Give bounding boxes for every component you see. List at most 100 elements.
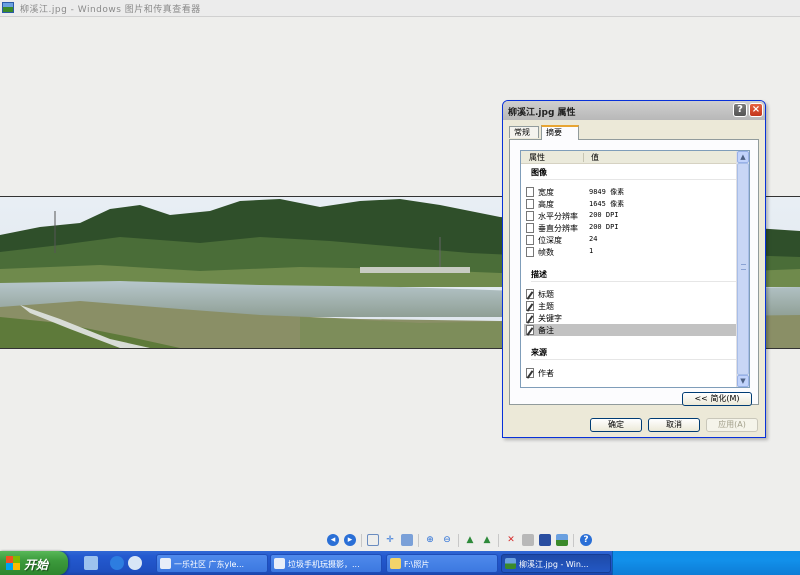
dialog-title-bar[interactable]: 柳溪江.jpg 属性 ? × [503,101,765,120]
previous-icon[interactable]: ◂ [327,534,339,546]
section-divider [531,359,736,360]
property-value: 9849 像素 [589,188,625,196]
start-button[interactable]: 开始 [0,551,68,575]
property-value: 1 [589,247,594,255]
list-header: 属性 值 [521,151,738,164]
picture-viewer-icon [2,2,14,13]
edit-document-icon [526,289,534,299]
viewer-title-bar[interactable]: 柳溪江.jpg - Windows 图片和传真查看器 [0,0,800,17]
property-row-author[interactable]: 作者 [524,367,738,379]
property-row-comments[interactable]: 备注 [524,324,738,336]
simple-button[interactable]: << 简化(M) [682,392,752,406]
column-value[interactable]: 值 [591,152,599,163]
close-button[interactable]: × [749,103,763,117]
cancel-button[interactable]: 取消 [648,418,700,432]
property-name: 垂直分辨率 [538,224,578,233]
property-name: 高度 [538,200,554,209]
property-row-title[interactable]: 标题 [524,288,738,300]
task-button[interactable]: F:\照片 [386,554,498,573]
save-icon[interactable] [539,534,551,546]
property-row-subject[interactable]: 主题 [524,300,738,312]
task-label: 一乐社区 广东yle... [174,560,245,569]
property-row-keywords[interactable]: 关键字 [524,312,738,324]
viewer-title: 柳溪江.jpg - Windows 图片和传真查看器 [20,5,201,15]
help-button[interactable]: ? [733,103,747,117]
rotate-ccw-icon[interactable]: ▲ [481,534,493,546]
toolbar-separator [458,534,459,547]
property-name: 标题 [538,290,554,299]
show-desktop-icon[interactable] [84,556,98,570]
property-row-horizontal-resolution[interactable]: 水平分辨率 200 DPI [524,210,738,222]
ok-button[interactable]: 确定 [590,418,642,432]
toolbar-separator [573,534,574,547]
property-value: 200 DPI [589,211,619,219]
task-label: 柳溪江.jpg - Win... [519,560,589,569]
summary-panel: 属性 值 图像 宽度 9849 像素 高度 1645 像素 水平分辨率 200 … [509,139,759,406]
help-icon[interactable]: ? [580,534,592,546]
document-icon [526,187,534,197]
task-button[interactable]: 一乐社区 广东yle... [156,554,268,573]
property-row-frames[interactable]: 帧数 1 [524,246,738,258]
section-image: 图像 [531,168,547,177]
property-row-vertical-resolution[interactable]: 垂直分辨率 200 DPI [524,222,738,234]
delete-icon[interactable]: ✕ [505,534,517,546]
edit-document-icon [526,325,534,335]
document-icon [526,223,534,233]
folder-icon [390,558,401,569]
tab-summary[interactable]: 摘要 [541,125,579,140]
column-property[interactable]: 属性 [529,152,545,163]
document-icon [526,247,534,257]
actual-size-icon[interactable]: ✛ [384,534,396,546]
slideshow-icon[interactable] [401,534,413,546]
scroll-up-icon[interactable]: ▲ [737,151,749,163]
property-row-bit-depth[interactable]: 位深度 24 [524,234,738,246]
apply-button[interactable]: 应用(A) [706,418,758,432]
column-divider[interactable] [583,153,584,162]
zoom-in-icon[interactable]: ⊕ [424,534,436,546]
edit-icon[interactable] [556,534,568,546]
zoom-out-icon[interactable]: ⊖ [441,534,453,546]
task-label: 垃圾手机玩摄影，... [288,560,360,569]
property-value: 200 DPI [589,223,619,231]
property-name: 备注 [538,326,554,335]
property-name: 关键字 [538,314,562,323]
system-tray[interactable] [612,551,800,575]
task-button[interactable]: 垃圾手机玩摄影，... [270,554,382,573]
property-name: 水平分辨率 [538,212,578,221]
best-fit-icon[interactable] [367,534,379,546]
section-divider [531,281,736,282]
section-origin: 来源 [531,348,547,357]
property-name: 宽度 [538,188,554,197]
internet-explorer-icon[interactable] [110,556,124,570]
grip-icon [741,264,746,270]
dialog-title: 柳溪江.jpg 属性 [508,108,576,118]
property-name: 位深度 [538,236,562,245]
browser-icon [160,558,171,569]
property-value: 24 [589,235,598,243]
section-divider [531,179,736,180]
task-label: F:\照片 [404,560,430,569]
print-icon[interactable] [522,534,534,546]
property-name: 帧数 [538,248,554,257]
task-button-active[interactable]: 柳溪江.jpg - Win... [501,554,611,573]
next-icon[interactable]: ▸ [344,534,356,546]
windows-logo-icon [6,556,20,570]
document-icon [526,199,534,209]
property-row-height[interactable]: 高度 1645 像素 [524,198,738,210]
picture-viewer-icon [505,558,516,569]
list-scrollbar[interactable]: ▲ ▼ [736,151,749,387]
scrollbar-thumb[interactable] [737,163,749,375]
edit-document-icon [526,313,534,323]
rotate-cw-icon[interactable]: ▲ [464,534,476,546]
viewer-toolbar: ◂ ▸ ✛ ⊕ ⊖ ▲ ▲ ✕ ? [0,532,800,550]
media-player-icon[interactable] [128,556,142,570]
property-list[interactable]: 属性 值 图像 宽度 9849 像素 高度 1645 像素 水平分辨率 200 … [520,150,750,388]
scroll-down-icon[interactable]: ▼ [737,375,749,387]
property-row-width[interactable]: 宽度 9849 像素 [524,186,738,198]
start-label: 开始 [24,558,49,572]
toolbar-separator [361,534,362,547]
tab-general[interactable]: 常规 [509,126,539,138]
edit-document-icon [526,301,534,311]
property-value: 1645 像素 [589,200,625,208]
edit-document-icon [526,368,534,378]
